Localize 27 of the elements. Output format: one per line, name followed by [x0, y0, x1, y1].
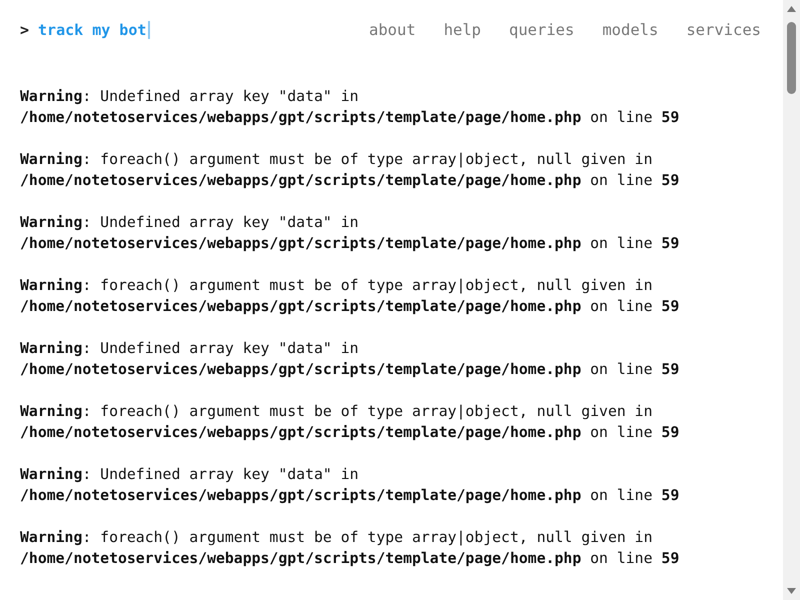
- warning-message: Warning: Undefined array key "data" in: [20, 465, 360, 485]
- file-location: /home/notetoservices/webapps/gpt/scripts/template/page/home.php on line 59: [20, 108, 680, 128]
- scroll-down-icon[interactable]: [787, 588, 796, 594]
- warning-message: Warning: foreach() argument must be of type array|object, null given in: [20, 528, 654, 548]
- nav-link[interactable]: help: [444, 21, 482, 39]
- scroll-up-icon[interactable]: [787, 6, 796, 12]
- warning-message: Warning: foreach() argument must be of type array|object, null given in: [20, 276, 654, 296]
- file-location: /home/notetoservices/webapps/gpt/scripts/template/page/home.php on line 59: [20, 297, 680, 317]
- nav-link[interactable]: models: [602, 21, 658, 39]
- nav-link[interactable]: about: [369, 21, 416, 39]
- warning-message: Warning: Undefined array key "data" in: [20, 213, 360, 233]
- file-location: /home/notetoservices/webapps/gpt/scripts/template/page/home.php on line 59: [20, 486, 680, 506]
- file-location: /home/notetoservices/webapps/gpt/scripts/template/page/home.php on line 59: [20, 549, 680, 569]
- scrollbar[interactable]: [783, 0, 800, 600]
- file-location: /home/notetoservices/webapps/gpt/scripts/template/page/home.php on line 59: [20, 360, 680, 380]
- warning-message: Warning: foreach() argument must be of type array|object, null given in: [20, 402, 654, 422]
- nav-link[interactable]: queries: [509, 21, 574, 39]
- prompt-symbol: >: [20, 21, 30, 39]
- file-location: /home/notetoservices/webapps/gpt/scripts/template/page/home.php on line 59: [20, 171, 680, 191]
- warning-message: Warning: Undefined array key "data" in: [20, 87, 360, 107]
- scrollbar-thumb[interactable]: [787, 22, 796, 94]
- warning-message: Warning: foreach() argument must be of type array|object, null given in: [20, 150, 654, 170]
- nav-link[interactable]: services: [686, 21, 761, 39]
- site-title[interactable]: track my bot: [38, 21, 150, 39]
- warning-message: Warning: Undefined array key "data" in: [20, 339, 360, 359]
- file-location: /home/notetoservices/webapps/gpt/scripts/template/page/home.php on line 59: [20, 423, 680, 443]
- file-location: /home/notetoservices/webapps/gpt/scripts/template/page/home.php on line 59: [20, 234, 680, 254]
